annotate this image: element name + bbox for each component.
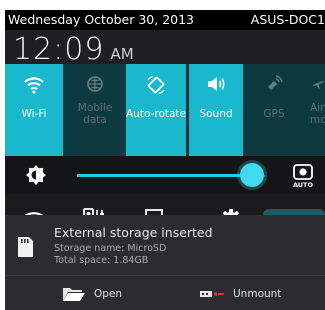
sound-icon <box>208 77 225 91</box>
airplane-mode-icon <box>313 80 324 89</box>
toggle-mobile-data-label: Mobile data <box>77 102 113 126</box>
notification-icon-container <box>5 223 45 271</box>
mobile-data-icon <box>87 76 103 92</box>
folder-icon <box>63 288 85 301</box>
toggle-auto-rotate-label: Auto-rotate <box>126 108 187 120</box>
unmount-icon <box>200 291 224 297</box>
brightness-icon <box>26 165 46 185</box>
open-action-button[interactable]: Open <box>62 284 122 304</box>
toggle-sound[interactable]: Sound <box>189 64 243 156</box>
brightness-slider-thumb[interactable] <box>239 163 264 187</box>
toggle-gps[interactable]: GPS <box>247 64 301 156</box>
toggle-airplane-mode-label: Airp mo <box>310 102 325 126</box>
quick-settings-panel: 12:09 AM Wi-Fi Mobile data Auto-rotate So… <box>5 30 325 243</box>
brightness-fill <box>77 174 252 177</box>
status-date: Wednesday October 30, 2013 <box>8 12 195 27</box>
unmount-action-label: Unmount <box>233 288 282 300</box>
toggle-auto-rotate[interactable]: Auto-rotate <box>126 64 186 156</box>
clock-time: 12:09 <box>13 32 105 67</box>
unmount-action-button[interactable]: Unmount <box>199 284 281 304</box>
clock-ampm: AM <box>110 45 134 63</box>
brightness-row: AUTO <box>5 156 325 194</box>
notification-card[interactable]: External storage inserted Storage name: … <box>5 215 325 275</box>
open-action-label: Open <box>94 288 123 300</box>
toggle-wifi-label: Wi-Fi <box>21 108 47 120</box>
notification-shade: Wednesday October 30, 2013 ASUS-DOC1 12:… <box>0 0 325 310</box>
clock[interactable]: 12:09 AM <box>13 32 134 67</box>
notification-actions: Open Unmount <box>5 275 325 310</box>
sd-card-icon <box>18 237 33 257</box>
gps-icon <box>268 75 283 90</box>
auto-brightness-icon[interactable]: AUTO <box>290 163 316 189</box>
toggle-sound-label: Sound <box>199 108 233 120</box>
toggle-gps-label: GPS <box>263 108 285 120</box>
toggle-airplane-mode[interactable]: Airp mo <box>304 64 325 156</box>
status-device-name: ASUS-DOC1 <box>250 12 325 27</box>
toggle-mobile-data[interactable]: Mobile data <box>67 64 123 156</box>
auto-rotate-icon <box>147 75 165 95</box>
notification-title: External storage inserted <box>54 225 213 240</box>
wifi-icon <box>24 77 44 94</box>
notification-storage-name: Storage name: MicroSD <box>54 243 167 254</box>
status-bar: Wednesday October 30, 2013 ASUS-DOC1 <box>5 10 325 30</box>
auto-brightness-label: AUTO <box>293 181 314 189</box>
notification-total-space: Total space: 1.84GB <box>54 255 149 266</box>
toggle-wifi[interactable]: Wi-Fi <box>5 64 63 156</box>
